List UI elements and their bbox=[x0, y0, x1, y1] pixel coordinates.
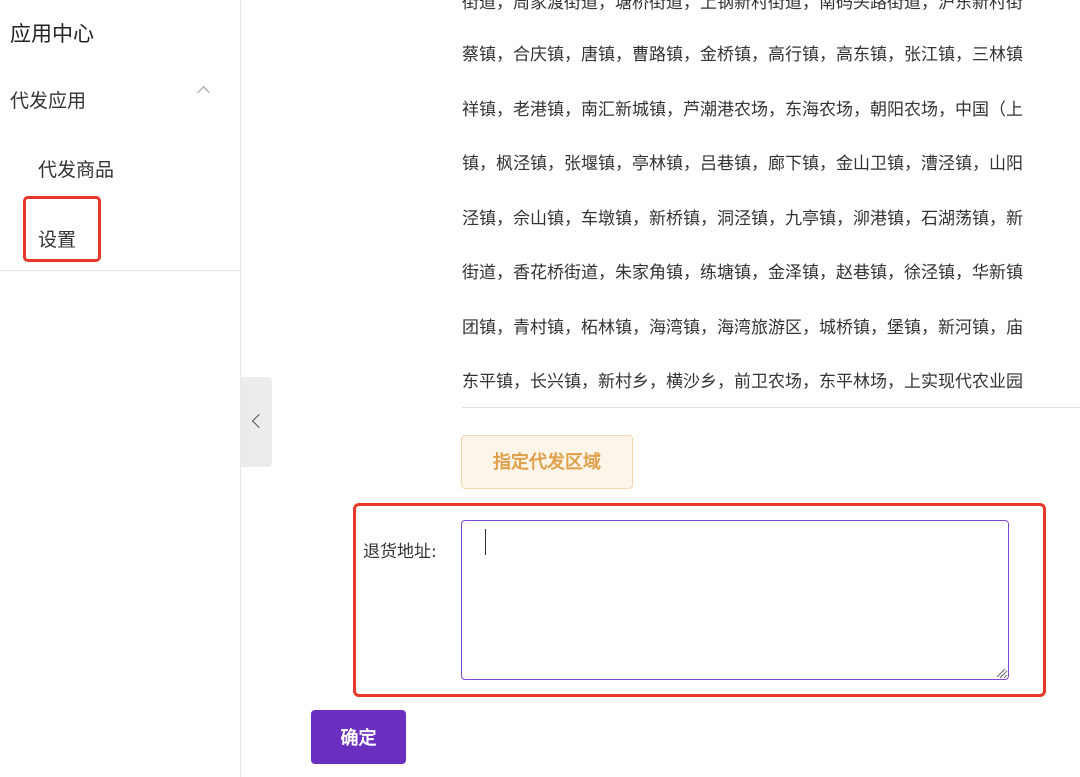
area-list-line: 泾镇，佘山镇，车墩镇，新桥镇，洞泾镇，九亭镇，泖港镇，石湖荡镇，新 bbox=[462, 209, 1023, 229]
confirm-button[interactable]: 确定 bbox=[311, 710, 406, 764]
chevron-up-icon bbox=[197, 86, 210, 99]
app-center-title: 应用中心 bbox=[10, 22, 94, 46]
sidebar-collapse-handle[interactable] bbox=[241, 377, 272, 467]
sidebar-divider bbox=[0, 270, 240, 271]
chevron-left-icon bbox=[251, 413, 267, 429]
area-list-line: 东平镇，长兴镇，新村乡，横沙乡，前卫农场，东平林场，上实现代农业园 bbox=[462, 372, 1023, 392]
area-list-divider bbox=[462, 407, 1080, 408]
settings-highlight-box bbox=[23, 196, 101, 262]
area-list-line: 祥镇，老港镇，南汇新城镇，芦潮港农场，东海农场，朝阳农场，中国（上 bbox=[462, 100, 1023, 120]
area-list-line: 蔡镇，合庆镇，唐镇，曹路镇，金桥镇，高行镇，高东镇，张江镇，三林镇 bbox=[462, 45, 1023, 65]
sidebar-item-dropship-products[interactable]: 代发商品 bbox=[38, 155, 114, 182]
sidebar-group-label: 代发应用 bbox=[10, 90, 87, 112]
area-list-line: 镇，枫泾镇，张堰镇，亭林镇，吕巷镇，廊下镇，金山卫镇，漕泾镇，山阳 bbox=[462, 154, 1023, 174]
assign-dropship-area-button[interactable]: 指定代发区域 bbox=[461, 435, 633, 489]
area-list-line: 街道，香花桥街道，朱家角镇，练塘镇，金泽镇，赵巷镇，徐泾镇，华新镇 bbox=[462, 263, 1023, 283]
area-list-line: 团镇，青村镇，柘林镇，海湾镇，海湾旅游区，城桥镇，堡镇，新河镇，庙 bbox=[462, 318, 1023, 338]
sidebar-group-dropship-app[interactable]: 代发应用 bbox=[0, 78, 240, 118]
area-list-line: 街道，周家渡街道，塘桥街道，上钢新村街道，南码头路街道，沪东新村街 bbox=[462, 0, 1023, 13]
sidebar: 应用中心 代发应用 代发商品 设置 bbox=[0, 0, 241, 777]
return-address-highlight-box bbox=[353, 503, 1046, 697]
